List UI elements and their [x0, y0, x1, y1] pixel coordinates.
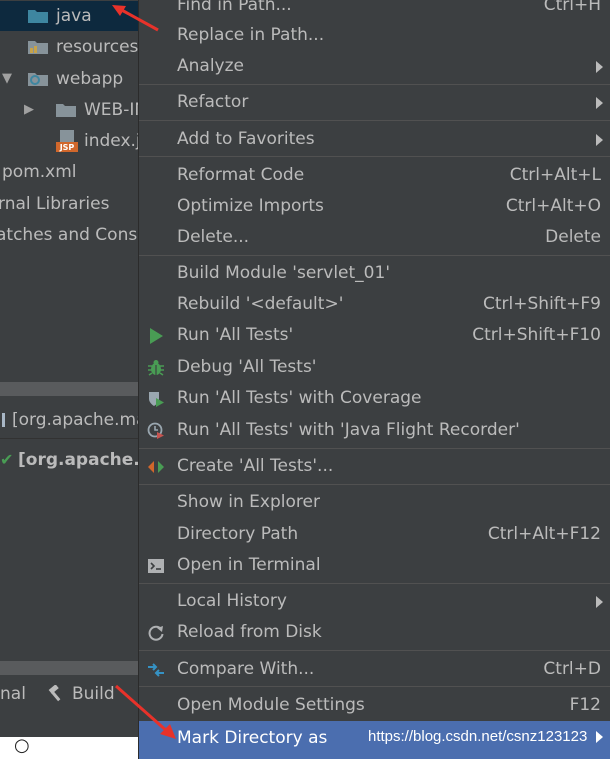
- debug-bug-icon: [148, 360, 164, 376]
- submenu-arrow-icon: [596, 731, 603, 743]
- menu-item-optimize-imports[interactable]: Optimize Imports Ctrl+Alt+O: [139, 191, 610, 222]
- menu-item-debug-all-tests[interactable]: Debug 'All Tests': [139, 352, 610, 383]
- menu-item-run-with-coverage[interactable]: Run 'All Tests' with Coverage: [139, 383, 610, 414]
- hammer-icon: [48, 685, 61, 702]
- menu-item-refactor[interactable]: Refactor: [139, 87, 610, 118]
- menu-item-analyze[interactable]: Analyze: [139, 51, 610, 82]
- menu-separator: [139, 484, 610, 485]
- console-line-1: [org.apache.ma: [0, 405, 138, 435]
- red-annotation-arrow-top: [112, 5, 159, 32]
- tree-item-web-inf[interactable]: ▶ WEB-IN: [0, 95, 138, 125]
- submenu-arrow-icon: [596, 134, 603, 146]
- tree-item-webapp[interactable]: ▼ webapp: [0, 64, 138, 94]
- context-menu: Find in Path... Ctrl+H Replace in Path..…: [138, 0, 610, 759]
- submenu-arrow-icon: [596, 596, 603, 608]
- tree-item-resources[interactable]: resources: [0, 32, 138, 62]
- menu-separator: [139, 583, 610, 584]
- menu-item-run-with-jfr[interactable]: Run 'All Tests' with 'Java Flight Record…: [139, 415, 610, 446]
- menu-item-delete[interactable]: Delete... Delete: [139, 222, 610, 253]
- menu-separator: [139, 255, 610, 256]
- web-folder-icon: [28, 73, 48, 86]
- menu-item-compare-with[interactable]: Compare With... Ctrl+D: [139, 654, 610, 685]
- menu-item-open-module-settings[interactable]: Open Module Settings F12: [139, 690, 610, 721]
- menu-item-create-all-tests[interactable]: Create 'All Tests'...: [139, 451, 610, 482]
- bottom-splitter[interactable]: [0, 661, 138, 675]
- check-icon: ✔: [0, 450, 14, 469]
- menu-separator: [139, 120, 610, 121]
- menu-item-show-in-explorer[interactable]: Show in Explorer: [139, 487, 610, 518]
- create-test-icon: [148, 461, 164, 473]
- info-marker-icon: [2, 413, 5, 427]
- tab-terminal[interactable]: nal: [0, 676, 26, 712]
- console-divider: [0, 438, 138, 439]
- expanded-arrow-icon[interactable]: ▼: [2, 64, 12, 94]
- menu-separator: [139, 686, 610, 687]
- search-icon: ○: [14, 735, 30, 756]
- blue-folder-icon: [28, 10, 48, 23]
- run-icon: [150, 328, 163, 344]
- terminal-icon: [148, 559, 164, 573]
- submenu-arrow-icon: [596, 97, 603, 109]
- tree-item-external-libraries[interactable]: rnal Libraries: [0, 189, 138, 219]
- collapsed-arrow-icon[interactable]: ▶: [24, 95, 34, 125]
- menu-separator: [139, 84, 610, 85]
- menu-item-rebuild[interactable]: Rebuild '<default>' Ctrl+Shift+F9: [139, 289, 610, 320]
- tree-item-pom[interactable]: pom.xml: [0, 157, 138, 187]
- folder-icon: [56, 104, 76, 117]
- menu-separator: [139, 448, 610, 449]
- menu-item-add-to-favorites[interactable]: Add to Favorites: [139, 124, 610, 155]
- jsp-file-icon: JSP: [56, 130, 78, 152]
- project-tool-window: java resources ▼ webapp ▶ WEB-IN JSP ind…: [0, 0, 138, 759]
- menu-item-find-in-path[interactable]: Find in Path... Ctrl+H: [139, 0, 610, 21]
- menu-item-directory-path[interactable]: Directory Path Ctrl+Alt+F12: [139, 519, 610, 550]
- menu-item-build-module[interactable]: Build Module 'servlet_01': [139, 258, 610, 289]
- menu-item-reformat-code[interactable]: Reformat Code Ctrl+Alt+L: [139, 160, 610, 191]
- resources-folder-icon: [28, 41, 48, 54]
- watermark-url: https://blog.csdn.net/csnz123123: [368, 728, 588, 745]
- submenu-arrow-icon: [596, 61, 603, 73]
- menu-separator: [139, 650, 610, 651]
- svg-text:JSP: JSP: [59, 143, 75, 152]
- red-annotation-arrow-bottom: [115, 684, 176, 739]
- tree-item-scratches[interactable]: atches and Conso: [0, 220, 138, 250]
- tab-build[interactable]: Build: [72, 676, 115, 712]
- menu-item-replace-in-path[interactable]: Replace in Path...: [139, 20, 610, 51]
- menu-item-open-in-terminal[interactable]: Open in Terminal: [139, 550, 610, 581]
- menu-item-run-all-tests[interactable]: Run 'All Tests' Ctrl+Shift+F10: [139, 320, 610, 351]
- compare-arrows-icon: [148, 663, 164, 677]
- flight-recorder-icon: [147, 422, 164, 439]
- menu-item-reload-from-disk[interactable]: Reload from Disk: [139, 617, 610, 648]
- coverage-icon: [149, 392, 164, 407]
- menu-item-local-history[interactable]: Local History: [139, 586, 610, 617]
- reload-icon: [148, 625, 164, 641]
- menu-separator: [139, 156, 610, 157]
- tree-item-index-jsp[interactable]: JSP index.j: [0, 126, 138, 156]
- panel-splitter[interactable]: [0, 382, 138, 396]
- console-line-2: ✔ [org.apache.m: [0, 445, 138, 475]
